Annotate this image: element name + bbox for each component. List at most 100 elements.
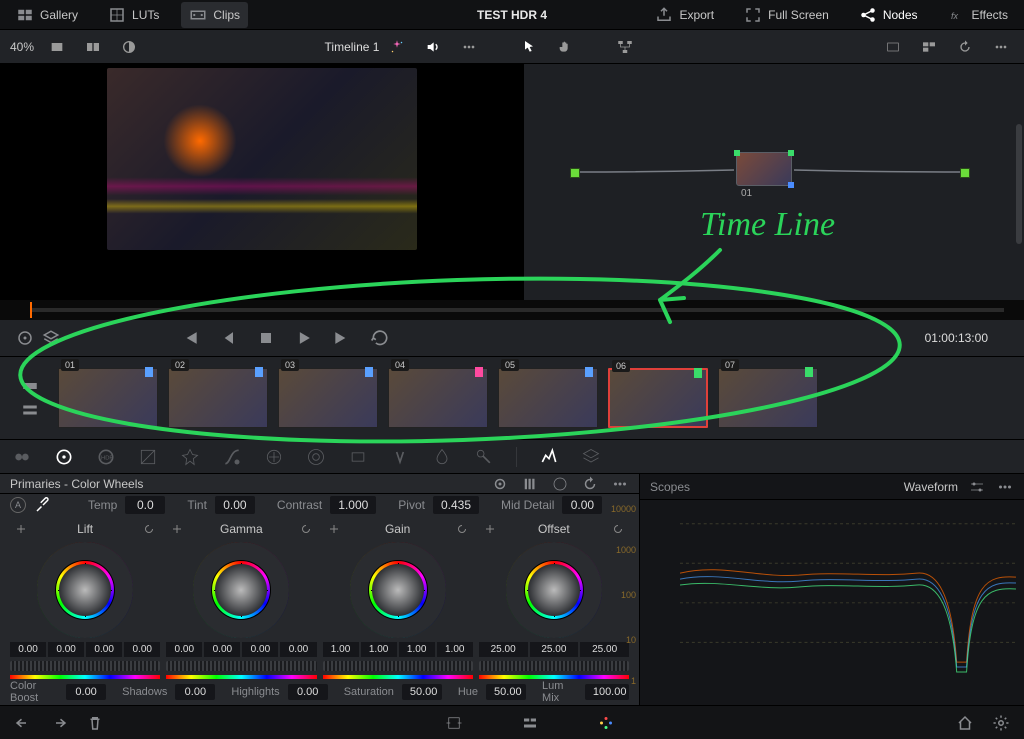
- settings-icon[interactable]: [992, 714, 1010, 732]
- wheel-expand-icon[interactable]: [168, 520, 186, 538]
- tracker-icon[interactable]: [390, 447, 410, 467]
- colorboost-value[interactable]: 0.00: [66, 684, 106, 700]
- step-back-icon[interactable]: [218, 328, 238, 348]
- loop-icon[interactable]: [370, 328, 390, 348]
- wheel-jog[interactable]: [166, 661, 316, 671]
- target-icon[interactable]: [16, 329, 34, 347]
- hue-value[interactable]: 50.00: [486, 684, 526, 700]
- wheel-value[interactable]: 0.00: [10, 642, 46, 657]
- page-color-icon[interactable]: [597, 714, 615, 732]
- highlights-value[interactable]: 0.00: [288, 684, 328, 700]
- middetail-value[interactable]: 0.00: [562, 496, 602, 514]
- qualifier-icon[interactable]: [306, 447, 326, 467]
- key-icon[interactable]: [474, 447, 494, 467]
- wheel-expand-icon[interactable]: [325, 520, 343, 538]
- scrubber-bar[interactable]: [30, 308, 1004, 312]
- wheel-value[interactable]: 25.00: [479, 642, 528, 657]
- wheel-value[interactable]: 0.00: [124, 642, 160, 657]
- temp-value[interactable]: 0.0: [125, 496, 165, 514]
- clip-thumbnail[interactable]: 04: [388, 368, 488, 428]
- dual-view-icon[interactable]: [80, 34, 106, 60]
- wheel-reset-icon[interactable]: [581, 475, 599, 493]
- clip-thumbnail[interactable]: 06: [608, 368, 708, 428]
- pointer-icon[interactable]: [516, 34, 542, 60]
- trash-icon[interactable]: [86, 714, 104, 732]
- color-wheel[interactable]: [37, 542, 133, 638]
- export-button[interactable]: Export: [647, 2, 722, 28]
- saturation-value[interactable]: 50.00: [402, 684, 442, 700]
- info-icon[interactable]: [581, 447, 601, 467]
- timecode-display[interactable]: 01:00:13:00: [925, 331, 988, 345]
- wheel-mode-dot-icon[interactable]: [491, 475, 509, 493]
- wheel-value[interactable]: 25.00: [530, 642, 579, 657]
- node-output-dot[interactable]: [960, 168, 970, 178]
- node-scrollbar[interactable]: [1016, 124, 1022, 244]
- playhead[interactable]: [30, 302, 32, 318]
- clip-thumbnail[interactable]: 07: [718, 368, 818, 428]
- page-edit-icon[interactable]: [521, 714, 539, 732]
- node-out-port[interactable]: [788, 150, 794, 156]
- color-wheel[interactable]: [506, 542, 602, 638]
- lummix-value[interactable]: 100.00: [585, 684, 629, 700]
- color-node-01[interactable]: 01: [736, 152, 792, 186]
- wheel-expand-icon[interactable]: [481, 520, 499, 538]
- color-wheels-icon[interactable]: [54, 447, 74, 467]
- hdr-icon[interactable]: HDR: [96, 447, 116, 467]
- more-nodes-icon[interactable]: [988, 34, 1014, 60]
- scopes-toggle-icon[interactable]: [539, 447, 559, 467]
- stop-icon[interactable]: [256, 328, 276, 348]
- highlight-icon[interactable]: [116, 34, 142, 60]
- gallery-button[interactable]: Gallery: [8, 2, 86, 28]
- wheel-jog[interactable]: [323, 661, 473, 671]
- tint-value[interactable]: 0.00: [215, 496, 255, 514]
- layers-icon[interactable]: [42, 329, 60, 347]
- warper-icon[interactable]: [264, 447, 284, 467]
- wheel-value[interactable]: 1.00: [399, 642, 435, 657]
- clip-thumbnail[interactable]: 05: [498, 368, 598, 428]
- wheel-value[interactable]: 0.00: [204, 642, 240, 657]
- node-input-dot[interactable]: [570, 168, 580, 178]
- wheel-value[interactable]: 0.00: [280, 642, 316, 657]
- wheel-reset-small-icon[interactable]: [453, 520, 471, 538]
- curves-icon[interactable]: [222, 447, 242, 467]
- wheel-mode-bars-icon[interactable]: [521, 475, 539, 493]
- single-view-icon[interactable]: [44, 34, 70, 60]
- scopes-more-icon[interactable]: [996, 478, 1014, 496]
- viewer-panel[interactable]: [0, 64, 524, 300]
- prev-clip-icon[interactable]: [180, 328, 200, 348]
- wheel-reset-small-icon[interactable]: [140, 520, 158, 538]
- motion-icon[interactable]: [180, 447, 200, 467]
- wheel-value[interactable]: 1.00: [437, 642, 473, 657]
- nodes-button[interactable]: Nodes: [851, 2, 926, 28]
- wheel-value[interactable]: 0.00: [48, 642, 84, 657]
- effects-button[interactable]: fx Effects: [940, 2, 1016, 28]
- wheel-reset-small-icon[interactable]: [297, 520, 315, 538]
- clip-thumbnail[interactable]: 02: [168, 368, 268, 428]
- wheel-jog[interactable]: [479, 661, 629, 671]
- grid-icon[interactable]: [880, 34, 906, 60]
- picker-icon[interactable]: [34, 496, 52, 514]
- wheel-value[interactable]: 1.00: [361, 642, 397, 657]
- blur-icon[interactable]: [432, 447, 452, 467]
- wheel-more-icon[interactable]: [611, 475, 629, 493]
- clip-view-icon[interactable]: [21, 377, 39, 395]
- redo-icon[interactable]: [50, 714, 68, 732]
- color-wheel[interactable]: [193, 542, 289, 638]
- wheel-value[interactable]: 0.00: [242, 642, 278, 657]
- luts-button[interactable]: LUTs: [100, 2, 167, 28]
- scopes-mode[interactable]: Waveform: [904, 480, 958, 494]
- clips-button[interactable]: Clips: [181, 2, 248, 28]
- camera-raw-icon[interactable]: [12, 447, 32, 467]
- hand-icon[interactable]: [552, 34, 578, 60]
- home-icon[interactable]: [956, 714, 974, 732]
- wheel-reset-small-icon[interactable]: [609, 520, 627, 538]
- shadows-value[interactable]: 0.00: [175, 684, 215, 700]
- clip-track-icon[interactable]: [21, 401, 39, 419]
- contrast-value[interactable]: 1.000: [330, 496, 376, 514]
- wheel-value[interactable]: 0.00: [86, 642, 122, 657]
- wheel-value[interactable]: 1.00: [323, 642, 359, 657]
- auto-icon[interactable]: A: [10, 497, 26, 513]
- reset-icon[interactable]: [952, 34, 978, 60]
- undo-icon[interactable]: [14, 714, 32, 732]
- pivot-value[interactable]: 0.435: [433, 496, 479, 514]
